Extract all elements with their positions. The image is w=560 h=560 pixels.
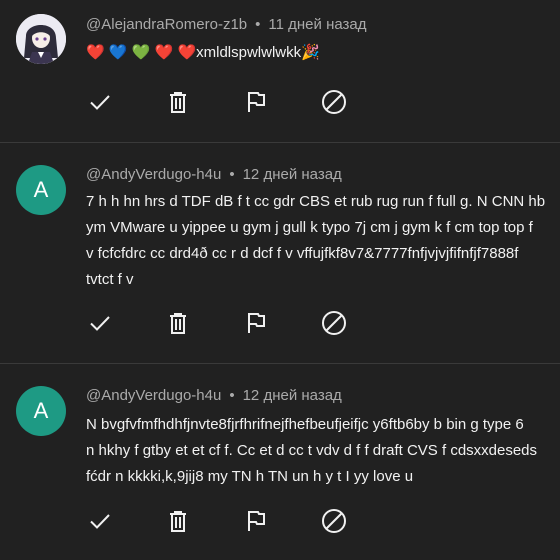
block-icon bbox=[322, 90, 346, 114]
meta-separator: • bbox=[229, 166, 235, 183]
author-name[interactable]: @AndyVerdugo-h4u bbox=[86, 166, 221, 183]
heart-red-emoji: ❤️ bbox=[86, 44, 105, 61]
heart-green-emoji: 💚 bbox=[131, 44, 151, 61]
approve-button[interactable] bbox=[86, 88, 114, 116]
flag-icon bbox=[248, 313, 265, 333]
trash-icon bbox=[170, 313, 186, 334]
comment-text: 7 h h hn hrs d TDF dB f t cc gdr CBS et … bbox=[86, 189, 560, 293]
report-button[interactable] bbox=[242, 507, 270, 535]
comment-text-line: N bvgfvfmfhdhfjnvte8fjrfhrifnejfhefbeufj… bbox=[86, 416, 524, 433]
author-name[interactable]: @AndyVerdugo-h4u bbox=[86, 387, 221, 404]
trash-icon bbox=[170, 92, 186, 113]
block-icon bbox=[322, 509, 346, 533]
block-icon bbox=[322, 311, 346, 335]
flag-icon bbox=[248, 92, 265, 112]
trash-icon bbox=[170, 511, 186, 532]
report-button[interactable] bbox=[242, 309, 270, 337]
comment-text-line: n hkhy f gtby et et cf f. Cc et d cc t v… bbox=[86, 442, 538, 459]
meta-separator: • bbox=[229, 387, 235, 404]
comment-text-line: 7 h h hn hrs d TDF dB f t cc gdr CBS et … bbox=[86, 193, 546, 210]
comment-header: @AlejandraRomero-z1b • 11 дней назад bbox=[86, 16, 367, 33]
avatar-letter: A bbox=[33, 398, 49, 423]
heart-blue-emoji: 💙 bbox=[108, 44, 128, 61]
comment-text: N bvgfvfmfhdhfjnvte8fjrfhrifnejfhefbeufj… bbox=[86, 412, 560, 490]
block-user-button[interactable] bbox=[320, 88, 348, 116]
meta-separator: • bbox=[255, 16, 261, 33]
check-icon bbox=[90, 514, 110, 529]
avatar[interactable]: A bbox=[16, 165, 66, 215]
delete-button[interactable] bbox=[164, 88, 192, 116]
report-button[interactable] bbox=[242, 88, 270, 116]
heart-red-emoji: ❤️ bbox=[177, 44, 197, 61]
divider bbox=[0, 363, 560, 364]
comment-time[interactable]: 11 дней назад bbox=[268, 16, 366, 33]
avatar-letter: A bbox=[33, 177, 49, 202]
delete-button[interactable] bbox=[164, 309, 192, 337]
check-icon bbox=[90, 316, 110, 331]
divider bbox=[0, 142, 560, 143]
avatar[interactable] bbox=[16, 14, 66, 64]
comment-text-line: fćdr n kkkki,k,9jij8 my TN h TN un h y t… bbox=[86, 468, 414, 485]
comment-text-line: ym VMware u yippee u gym j gull k typo 7… bbox=[86, 219, 533, 236]
comment-text: ❤️ 💙 💚 ❤️ ❤️xmldlspwlwlwkk🎉 bbox=[86, 40, 560, 66]
heart-red-emoji: ❤️ bbox=[154, 44, 174, 61]
block-user-button[interactable] bbox=[320, 507, 348, 535]
comment-time[interactable]: 12 дней назад bbox=[243, 166, 342, 183]
avatar-image bbox=[16, 14, 66, 64]
author-name[interactable]: @AlejandraRomero-z1b bbox=[86, 16, 247, 33]
party-popper-emoji: 🎉 bbox=[301, 44, 320, 61]
comment-text-word: xmldlspwlwlwkk bbox=[196, 44, 302, 61]
approve-button[interactable] bbox=[86, 507, 114, 535]
comment-text-line: tvtct f v bbox=[86, 271, 134, 288]
comment-header: @AndyVerdugo-h4u • 12 дней назад bbox=[86, 166, 342, 183]
comment-time[interactable]: 12 дней назад bbox=[243, 387, 342, 404]
comment-header: @AndyVerdugo-h4u • 12 дней назад bbox=[86, 387, 342, 404]
block-user-button[interactable] bbox=[320, 309, 348, 337]
flag-icon bbox=[248, 511, 265, 531]
avatar[interactable]: A bbox=[16, 386, 66, 436]
comment-text-line: v fcfcfdrc cc drd4ð cc r d dcf f v vffuj… bbox=[86, 245, 519, 262]
delete-button[interactable] bbox=[164, 507, 192, 535]
check-icon bbox=[90, 95, 110, 110]
approve-button[interactable] bbox=[86, 309, 114, 337]
